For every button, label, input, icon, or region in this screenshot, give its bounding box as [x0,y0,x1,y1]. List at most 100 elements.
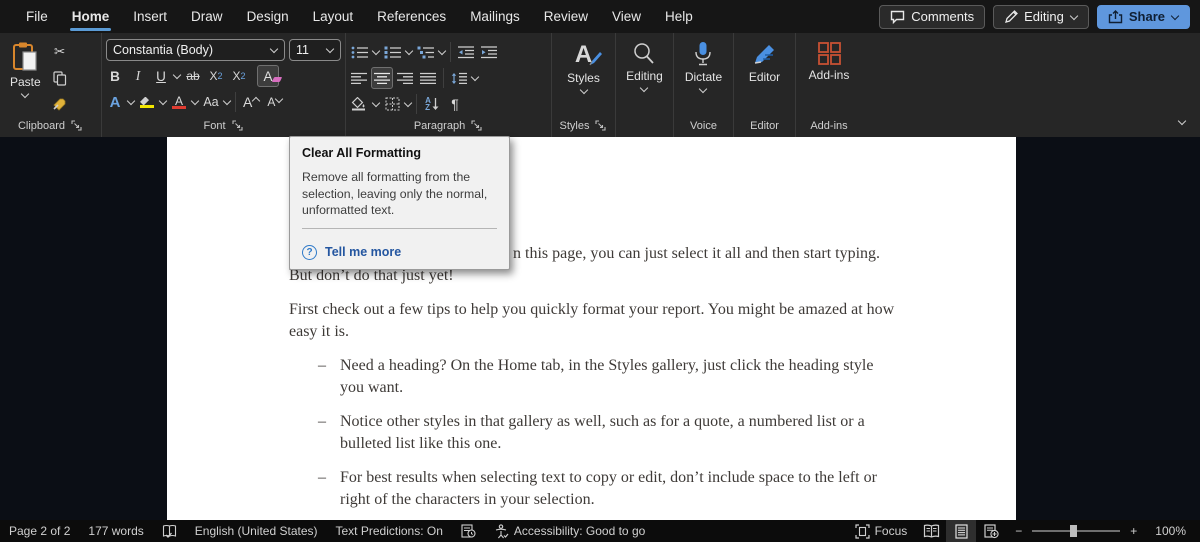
tell-me-more-link[interactable]: ? Tell me more [290,237,509,269]
share-button[interactable]: Share [1097,5,1190,29]
tab-insert[interactable]: Insert [121,0,179,33]
tab-mailings[interactable]: Mailings [458,0,532,33]
dictate-button[interactable]: Dictate [677,37,730,117]
zoom-out-button[interactable]: − [1006,520,1024,542]
bullets-button[interactable] [348,41,371,63]
text-highlight-button[interactable] [136,91,158,113]
cut-button[interactable]: ✂ [49,41,71,63]
editor-button[interactable]: Editor [741,37,788,117]
clear-all-formatting-button[interactable]: A [257,65,279,87]
text-predictions-status[interactable]: Text Predictions: On [327,520,452,542]
web-layout-button[interactable] [976,520,1006,542]
styles-group-label: Styles [560,120,590,132]
tab-home[interactable]: Home [60,0,122,33]
addins-button[interactable]: Add-ins [801,37,858,117]
accessibility-status[interactable]: Accessibility: Good to go [485,520,654,542]
clipboard-dialog-launcher-icon[interactable] [71,120,83,132]
editing-mode-button[interactable]: Editing [993,5,1089,29]
subscript-button[interactable]: X2 [205,65,227,87]
chevron-down-icon[interactable] [640,85,648,93]
collapse-ribbon-button[interactable] [1178,113,1186,131]
chevron-down-icon[interactable] [223,98,231,106]
tab-help[interactable]: Help [653,0,705,33]
zoom-slider-handle[interactable] [1070,525,1077,537]
tab-layout[interactable]: Layout [301,0,366,33]
chevron-down-icon[interactable] [173,72,181,80]
italic-button[interactable]: I [127,65,149,87]
pilcrow-icon: ¶ [451,96,459,112]
font-name-combobox[interactable]: Constantia (Body) [106,39,285,61]
numbering-button[interactable] [381,41,404,63]
shading-button[interactable] [348,93,371,115]
multilevel-list-button[interactable] [414,41,437,63]
chevron-down-icon[interactable] [372,48,380,56]
word-count[interactable]: 177 words [79,520,152,542]
focus-mode-button[interactable]: Focus [846,520,917,542]
align-center-button[interactable] [371,67,393,89]
zoom-level[interactable]: 100% [1146,520,1200,542]
print-layout-button[interactable] [946,520,976,542]
increase-indent-button[interactable] [478,41,500,63]
editing-button[interactable]: Editing [618,37,671,117]
underline-button[interactable]: U [150,65,172,87]
chevron-down-icon[interactable] [326,46,334,54]
align-left-button[interactable] [348,67,370,89]
justify-button[interactable] [417,67,439,89]
bold-button[interactable]: B [104,65,126,87]
format-painter-button[interactable] [49,93,71,115]
superscript-button[interactable]: X2 [228,65,250,87]
document-history-icon[interactable] [452,520,485,542]
chevron-down-icon[interactable] [405,48,413,56]
chevron-down-icon[interactable] [127,98,135,106]
show-hide-formatting-button[interactable]: ¶ [444,93,466,115]
chevron-down-icon[interactable] [191,98,199,106]
paragraph-group: A Z ¶ Paragraph [346,33,552,137]
bullet-marker: – [318,411,340,455]
tab-review[interactable]: Review [532,0,600,33]
chevron-down-icon[interactable] [372,100,380,108]
decrease-indent-button[interactable] [455,41,477,63]
chevron-down-icon[interactable] [159,98,167,106]
chevron-down-icon[interactable] [699,86,707,94]
tab-view[interactable]: View [600,0,653,33]
tab-draw[interactable]: Draw [179,0,235,33]
line-spacing-button[interactable] [448,67,470,89]
language-status[interactable]: English (United States) [186,520,327,542]
document-text[interactable]: n this page, you can just select it all … [289,243,895,523]
tab-references[interactable]: References [365,0,458,33]
chevron-down-icon[interactable] [21,91,29,99]
paragraph-dialog-launcher-icon[interactable] [471,120,483,132]
borders-button[interactable] [381,93,403,115]
proofing-status[interactable] [153,520,186,542]
chevron-down-icon[interactable] [1171,13,1179,21]
zoom-in-button[interactable]: + [1128,520,1146,542]
zoom-slider[interactable] [1032,530,1120,532]
align-right-button[interactable] [394,67,416,89]
chevron-down-icon[interactable] [404,100,412,108]
change-case-button[interactable]: Aa [200,91,222,113]
font-color-button[interactable]: A [168,91,190,113]
status-bar: Page 2 of 2 177 words English (United St… [0,520,1200,542]
comments-button[interactable]: Comments [879,5,985,29]
read-mode-button[interactable] [916,520,946,542]
styles-button[interactable]: A Styles [559,37,608,117]
page-indicator[interactable]: Page 2 of 2 [0,520,79,542]
chevron-down-icon[interactable] [438,48,446,56]
font-size-combobox[interactable]: 11 [289,39,341,61]
strikethrough-button[interactable]: ab [182,65,204,87]
chevron-down-icon[interactable] [471,74,479,82]
grow-font-button[interactable]: A [240,91,263,113]
paste-button[interactable]: Paste [2,37,49,117]
tab-design[interactable]: Design [235,0,301,33]
text-effects-button[interactable]: A [104,91,126,113]
shrink-font-button[interactable]: A [264,91,286,113]
document-page[interactable]: Clear All Formatting Remove all formatti… [167,137,1016,520]
font-dialog-launcher-icon[interactable] [232,120,244,132]
chevron-down-icon[interactable] [580,87,588,95]
copy-icon [53,71,67,86]
sort-button[interactable]: A Z [421,93,443,115]
chevron-down-icon[interactable] [270,46,278,54]
tab-file[interactable]: File [14,0,60,33]
copy-button[interactable] [49,67,71,89]
styles-dialog-launcher-icon[interactable] [595,120,607,132]
